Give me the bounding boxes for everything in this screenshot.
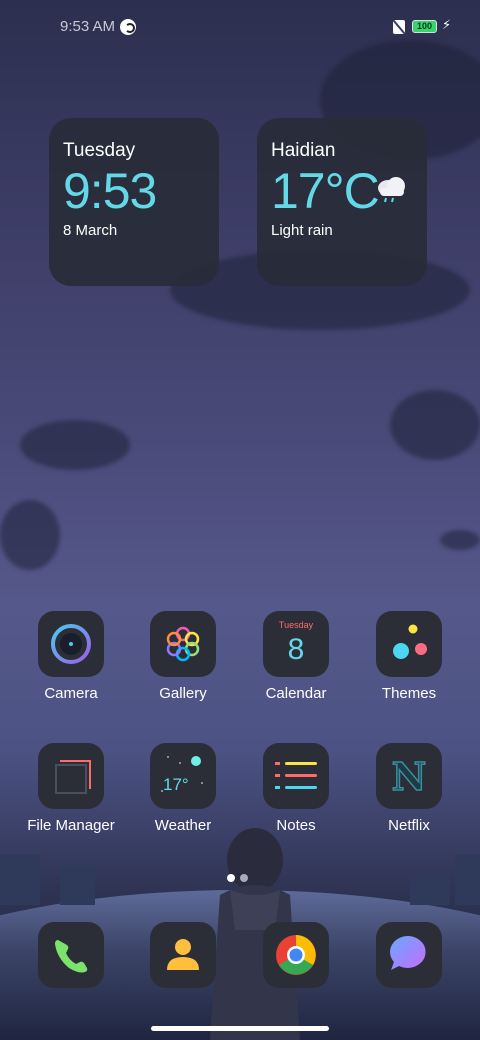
clock-time: 9:53: [63, 163, 157, 219]
dock-chrome[interactable]: [250, 922, 342, 988]
app-label: Themes: [381, 685, 437, 702]
app-label: Calendar: [265, 685, 327, 702]
folder-icon: [38, 743, 104, 809]
weather-location: Haidian: [271, 140, 336, 161]
weather-temperature: 17°C: [271, 163, 380, 219]
calendar-icon-day: Tuesday: [278, 620, 314, 630]
camera-icon: [38, 611, 104, 677]
dock-phone[interactable]: [25, 922, 117, 988]
app-calendar[interactable]: Tuesday 8 Calendar: [250, 611, 342, 702]
no-sim-icon: [393, 20, 405, 34]
clock-date: 8 March: [63, 222, 118, 239]
status-time: 9:53 AM: [60, 18, 116, 35]
app-label: Netflix: [388, 817, 430, 834]
app-themes[interactable]: Themes: [363, 611, 455, 702]
messages-icon: [376, 922, 442, 988]
clock-day: Tuesday: [63, 140, 136, 161]
notification-icon: [120, 19, 136, 35]
app-netflix[interactable]: N Netflix: [363, 743, 455, 834]
page-indicator[interactable]: [227, 869, 253, 887]
contacts-icon: [150, 922, 216, 988]
themes-icon: [376, 611, 442, 677]
weather-icon: 17°: [150, 743, 216, 809]
app-gallery[interactable]: Gallery: [137, 611, 229, 702]
battery-icon: 100: [412, 20, 437, 33]
rain-cloud-icon: [378, 177, 405, 203]
weather-widget[interactable]: Haidian 17°C Light rain: [257, 118, 427, 286]
app-label: Gallery: [159, 685, 207, 702]
gallery-icon: [150, 611, 216, 677]
charging-icon: ⚡: [442, 17, 452, 32]
calendar-icon-date: 8: [287, 633, 305, 666]
notes-icon: [263, 743, 329, 809]
phone-icon: [38, 922, 104, 988]
app-camera[interactable]: Camera: [25, 611, 117, 702]
weather-icon-temp: 17°: [163, 775, 189, 794]
netflix-icon: N: [376, 743, 442, 809]
chrome-icon: [263, 922, 329, 988]
weather-condition: Light rain: [271, 222, 333, 239]
home-indicator[interactable]: [151, 1026, 329, 1031]
page-dot-active[interactable]: [227, 874, 235, 882]
status-bar: 9:53 AM 100 ⚡: [0, 16, 480, 40]
clock-widget[interactable]: Tuesday 9:53 8 March: [49, 118, 219, 286]
page-dot[interactable]: [240, 874, 248, 882]
app-label: File Manager: [27, 817, 115, 834]
calendar-icon: Tuesday 8: [263, 611, 329, 677]
dock-messages[interactable]: [363, 922, 455, 988]
netflix-letter: N: [391, 753, 427, 800]
dock-contacts[interactable]: [137, 922, 229, 988]
app-file-manager[interactable]: File Manager: [25, 743, 117, 834]
app-label: Camera: [44, 685, 98, 702]
